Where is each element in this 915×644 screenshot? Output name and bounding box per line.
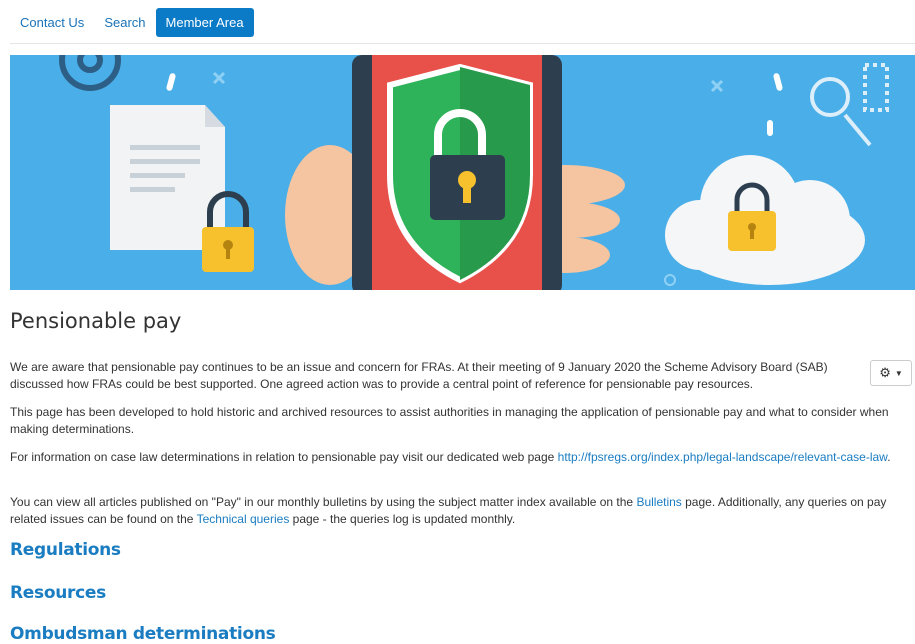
intro-paragraph: We are aware that pensionable pay contin… (10, 360, 828, 391)
nav-search[interactable]: Search (94, 8, 155, 37)
technical-queries-link[interactable]: Technical queries (197, 512, 290, 526)
section-ombudsman-determinations[interactable]: Ombudsman determinations (10, 624, 276, 644)
hero-banner (10, 55, 915, 290)
top-nav: Contact Us Search Member Area (10, 8, 254, 37)
case-law-paragraph: For information on case law determinatio… (10, 449, 910, 466)
security-illustration (10, 55, 915, 290)
nav-contact-us[interactable]: Contact Us (10, 8, 94, 37)
section-regulations[interactable]: Regulations (10, 540, 121, 560)
page-title: Pensionable pay (10, 309, 182, 333)
case-law-end: . (887, 450, 891, 464)
section-resources[interactable]: Resources (10, 583, 106, 603)
nav-member-area[interactable]: Member Area (155, 8, 254, 37)
bulletins-text-a: You can view all articles published on "… (10, 495, 637, 509)
bulletins-link[interactable]: Bulletins (636, 495, 681, 509)
purpose-paragraph: This page has been developed to hold his… (10, 405, 889, 436)
case-law-link[interactable]: http://fpsregs.org/index.php/legal-lands… (558, 450, 888, 464)
bulletins-paragraph: You can view all articles published on "… (10, 494, 910, 528)
settings-dropdown-button[interactable]: ⚙ ▼ (870, 360, 912, 386)
case-law-text: For information on case law determinatio… (10, 450, 558, 464)
caret-down-icon: ▼ (894, 368, 903, 378)
bulletins-text-c: page - the queries log is updated monthl… (289, 512, 516, 526)
gear-icon: ⚙ (879, 365, 891, 380)
nav-divider (10, 43, 915, 44)
